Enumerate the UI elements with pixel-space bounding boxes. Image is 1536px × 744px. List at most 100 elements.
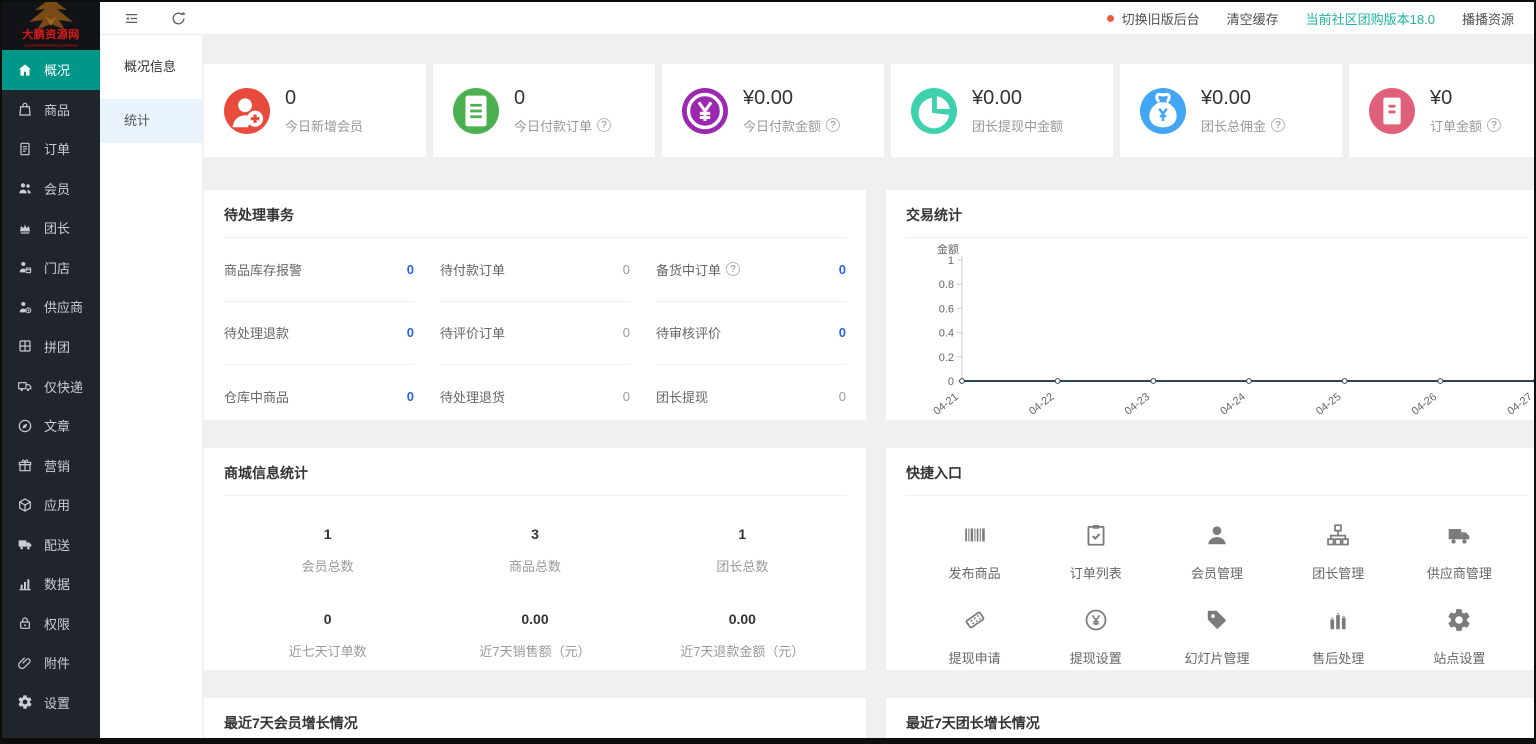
- sidebar-item[interactable]: 营销: [2, 445, 100, 485]
- pending-task-count[interactable]: 0: [407, 262, 414, 277]
- sidebar-item-label: 数据: [44, 574, 70, 593]
- user-plus-icon: [224, 88, 270, 134]
- pending-task-item: 备货中订单 0: [656, 238, 846, 302]
- help-icon[interactable]: [597, 118, 611, 132]
- sidebar-item[interactable]: 设置: [2, 683, 100, 723]
- logo[interactable]: 大鹏资源网: [2, 2, 100, 50]
- quick-entry-item[interactable]: 提现设置: [1035, 595, 1156, 680]
- sidebar-item[interactable]: 会员: [2, 169, 100, 209]
- sidebar-item[interactable]: 门店: [2, 248, 100, 288]
- svg-text:04-23: 04-23: [1123, 391, 1153, 416]
- svg-text:0: 0: [948, 376, 954, 388]
- quick-entry-label: 会员管理: [1156, 563, 1277, 582]
- help-icon[interactable]: [1271, 118, 1285, 132]
- help-icon[interactable]: [1487, 118, 1501, 132]
- sitemap-icon: [1325, 522, 1351, 548]
- svg-text:0.6: 0.6: [939, 303, 954, 315]
- sidebar-item[interactable]: 团长: [2, 208, 100, 248]
- mall-stat-label: 近七天订单数: [224, 641, 431, 660]
- sidebar-item[interactable]: 仅快递: [2, 366, 100, 406]
- pending-task-item: 待评价订单 0: [440, 302, 630, 366]
- stat-card-label: 团长提现中金额: [972, 116, 1063, 135]
- mall-stats-panel: 商城信息统计 1 会员总数 3 商品总数 1 团长总数 0 近七天订单数 0.0…: [204, 448, 866, 670]
- logo-title: 大鹏资源网: [2, 26, 100, 42]
- stat-card: ¥0.00 团长总佣金: [1120, 64, 1342, 157]
- sidebar-item[interactable]: 权限: [2, 603, 100, 643]
- quick-entry-label: 幻灯片管理: [1156, 648, 1277, 667]
- quick-entry-item[interactable]: 售后处理: [1278, 595, 1399, 680]
- quick-entry-label: 订单列表: [1035, 563, 1156, 582]
- logo-subtitle-bar: [24, 44, 78, 47]
- sidebar-item-label: 拼团: [44, 337, 70, 356]
- pending-task-count[interactable]: 0: [407, 325, 414, 340]
- quick-entry-item[interactable]: 发布商品: [914, 510, 1035, 595]
- sidebar-item[interactable]: 文章: [2, 406, 100, 446]
- quick-entry-item[interactable]: 幻灯片管理: [1156, 595, 1277, 680]
- users-icon: [17, 180, 33, 196]
- topbar-menu-item[interactable]: 清空缓存: [1227, 9, 1279, 28]
- topbar: 切换旧版后台 清空缓存 当前社区团购版本18.0 播播资源: [100, 2, 1534, 35]
- quick-entry-label: 站点设置: [1399, 648, 1520, 667]
- pending-task-count[interactable]: 0: [623, 262, 630, 277]
- pending-task-item: 待处理退货 0: [440, 365, 630, 428]
- pending-task-label: 待处理退货: [440, 387, 505, 406]
- quick-entry-item[interactable]: 团长管理: [1278, 510, 1399, 595]
- quick-entry-item[interactable]: 站点设置: [1399, 595, 1520, 680]
- topbar-menu-item[interactable]: 播播资源: [1462, 9, 1514, 28]
- sidebar-item[interactable]: 概况: [2, 50, 100, 90]
- app-window: 大鹏资源网 概况 商品 订单 会员 团长 门店 供应商 拼团 仅快递: [0, 0, 1536, 744]
- stat-card-label: 团长总佣金: [1201, 116, 1266, 135]
- sidebar-item-label: 团长: [44, 218, 70, 237]
- pending-task-count[interactable]: 0: [407, 389, 414, 404]
- clipboard-icon: [1083, 522, 1109, 548]
- stat-card: ¥0.00 团长提现中金额: [891, 64, 1113, 157]
- barchart-icon: [1325, 607, 1351, 633]
- sidebar-item[interactable]: 数据: [2, 564, 100, 604]
- svg-text:0.4: 0.4: [939, 328, 954, 340]
- pending-task-count[interactable]: 0: [623, 325, 630, 340]
- clip-icon: [17, 655, 33, 671]
- stat-card-value: ¥0.00: [743, 87, 840, 110]
- pending-task-count[interactable]: 0: [839, 325, 846, 340]
- sidebar-item[interactable]: 拼团: [2, 327, 100, 367]
- ticket-icon: [962, 607, 988, 633]
- quick-entry-item[interactable]: 会员管理: [1156, 510, 1277, 595]
- mall-stat-label: 近7天退款金额（元）: [639, 641, 846, 660]
- topbar-menu-item[interactable]: 切换旧版后台: [1107, 9, 1200, 28]
- secondary-sidebar: 概况信息 统计: [100, 35, 202, 738]
- pending-task-label: 仓库中商品: [224, 387, 289, 406]
- quick-entry-label: 发布商品: [914, 563, 1035, 582]
- trade-stats-panel: 交易统计 金额00.20.40.60.8104-2104-2204-2304-2…: [886, 190, 1534, 420]
- secondary-sidebar-item[interactable]: 统计: [100, 99, 202, 143]
- file-icon: [17, 141, 33, 157]
- bottom-panels-row: 最近7天会员增长情况 最近7天团长增长情况: [204, 698, 1534, 738]
- refresh-icon[interactable]: [170, 10, 187, 27]
- mall-stats-grid: 1 会员总数 3 商品总数 1 团长总数 0 近七天订单数 0.00 近7天销售…: [204, 496, 866, 674]
- group-icon: [17, 338, 33, 354]
- quick-entry-item[interactable]: 订单列表: [1035, 510, 1156, 595]
- stat-card-value: ¥0.00: [972, 87, 1063, 110]
- growth-panel: 最近7天团长增长情况: [886, 698, 1534, 738]
- pending-task-label: 待评价订单: [440, 323, 505, 342]
- svg-text:04-21: 04-21: [931, 391, 961, 416]
- quick-entry-item[interactable]: 供应商管理: [1399, 510, 1520, 595]
- help-icon[interactable]: [826, 118, 840, 132]
- sidebar-item[interactable]: 附件: [2, 643, 100, 683]
- sidebar-fold-icon[interactable]: [123, 10, 140, 27]
- sidebar-item-label: 应用: [44, 495, 70, 514]
- article-icon: [17, 418, 33, 434]
- quick-entry-item[interactable]: 提现申请: [914, 595, 1035, 680]
- pending-task-count[interactable]: 0: [623, 389, 630, 404]
- pending-task-count[interactable]: 0: [839, 389, 846, 404]
- sidebar-item[interactable]: 配送: [2, 524, 100, 564]
- sidebar-item[interactable]: 商品: [2, 90, 100, 130]
- sidebar-item-label: 附件: [44, 653, 70, 672]
- sidebar-item[interactable]: 订单: [2, 129, 100, 169]
- pending-task-count[interactable]: 0: [839, 262, 846, 277]
- pending-task-item: 待审核评价 0: [656, 302, 846, 366]
- sidebar-item[interactable]: 应用: [2, 485, 100, 525]
- sidebar-item[interactable]: 供应商: [2, 287, 100, 327]
- help-icon[interactable]: [726, 262, 740, 276]
- gift-icon: [17, 457, 33, 473]
- topbar-menu-item[interactable]: 当前社区团购版本18.0: [1306, 9, 1435, 28]
